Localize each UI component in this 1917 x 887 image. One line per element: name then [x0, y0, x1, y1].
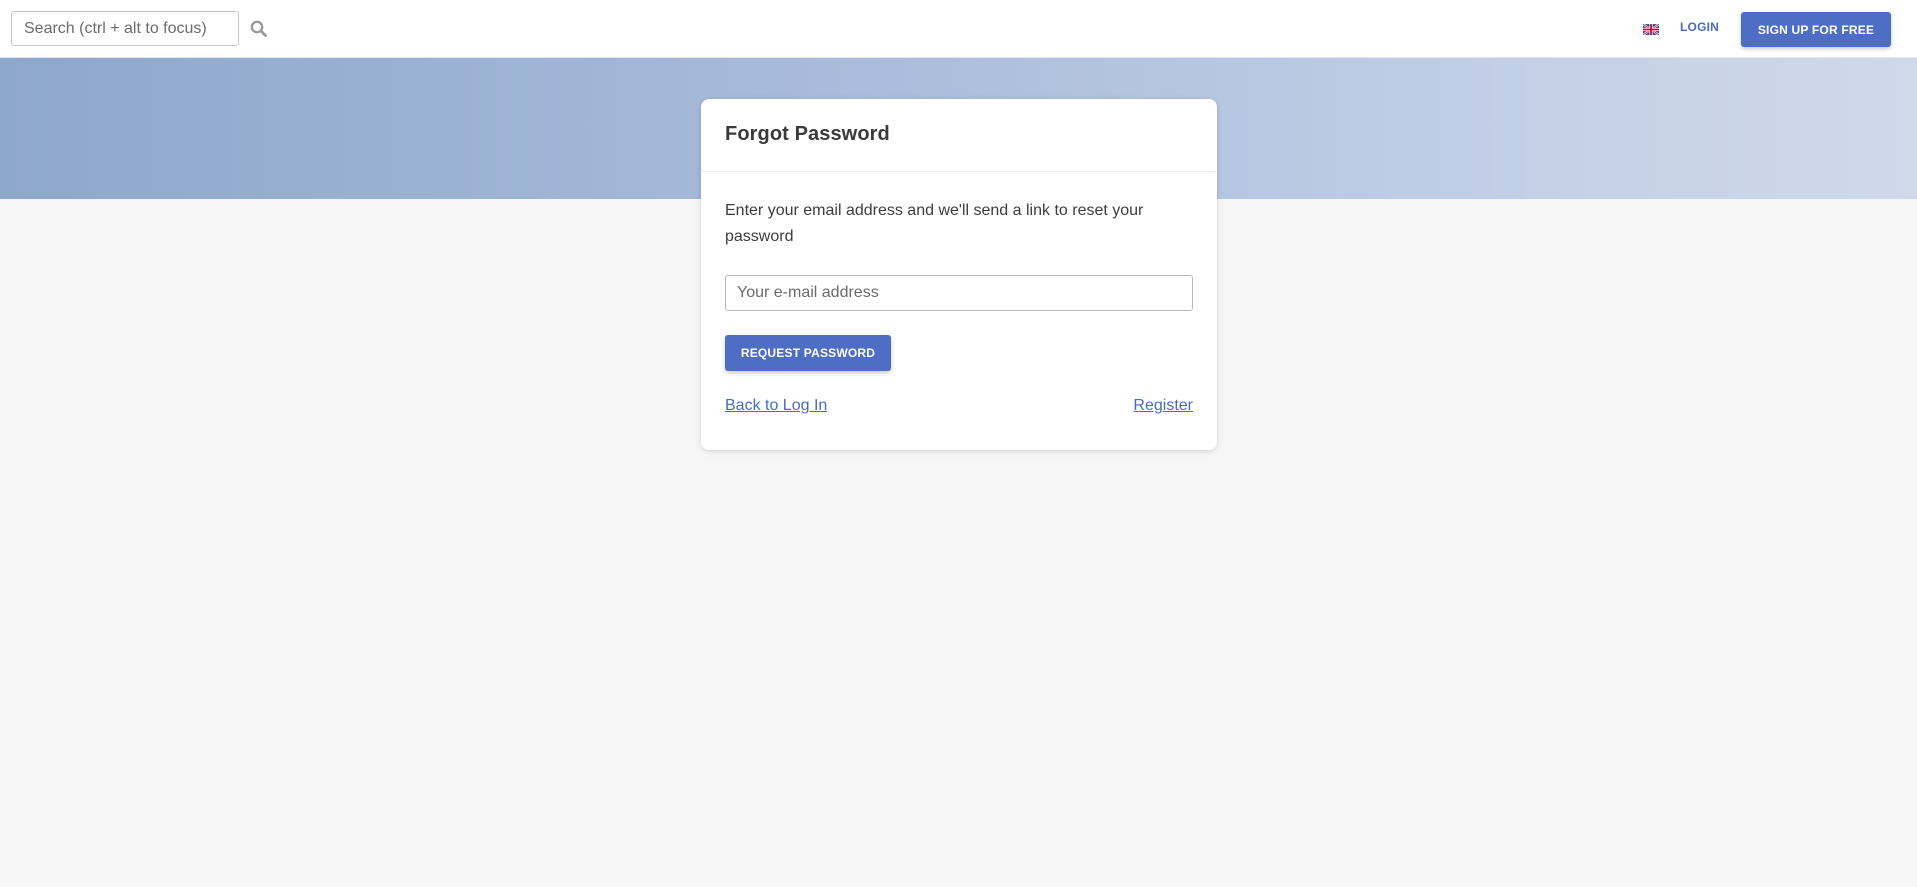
register-link[interactable]: Register [1133, 397, 1193, 415]
login-link[interactable]: LOGIN [1680, 20, 1719, 34]
page-title: Forgot Password [725, 123, 890, 145]
forgot-password-card: Forgot Password Enter your email address… [701, 99, 1217, 450]
card-header: Forgot Password [701, 99, 1217, 172]
request-password-button[interactable]: REQUEST PASSWORD [725, 335, 891, 371]
search-icon[interactable] [249, 19, 269, 39]
top-navigation-bar: LOGIN SIGN UP FOR FREE [0, 0, 1917, 58]
sign-up-button[interactable]: SIGN UP FOR FREE [1741, 12, 1891, 47]
email-field[interactable] [725, 275, 1193, 311]
back-to-login-link[interactable]: Back to Log In [725, 397, 827, 415]
search-input[interactable] [11, 11, 239, 46]
card-body: Enter your email address and we'll send … [701, 172, 1217, 415]
uk-flag-icon[interactable] [1642, 22, 1660, 36]
card-links: Back to Log In Register [725, 397, 1193, 415]
instructions-text: Enter your email address and we'll send … [725, 202, 1144, 245]
